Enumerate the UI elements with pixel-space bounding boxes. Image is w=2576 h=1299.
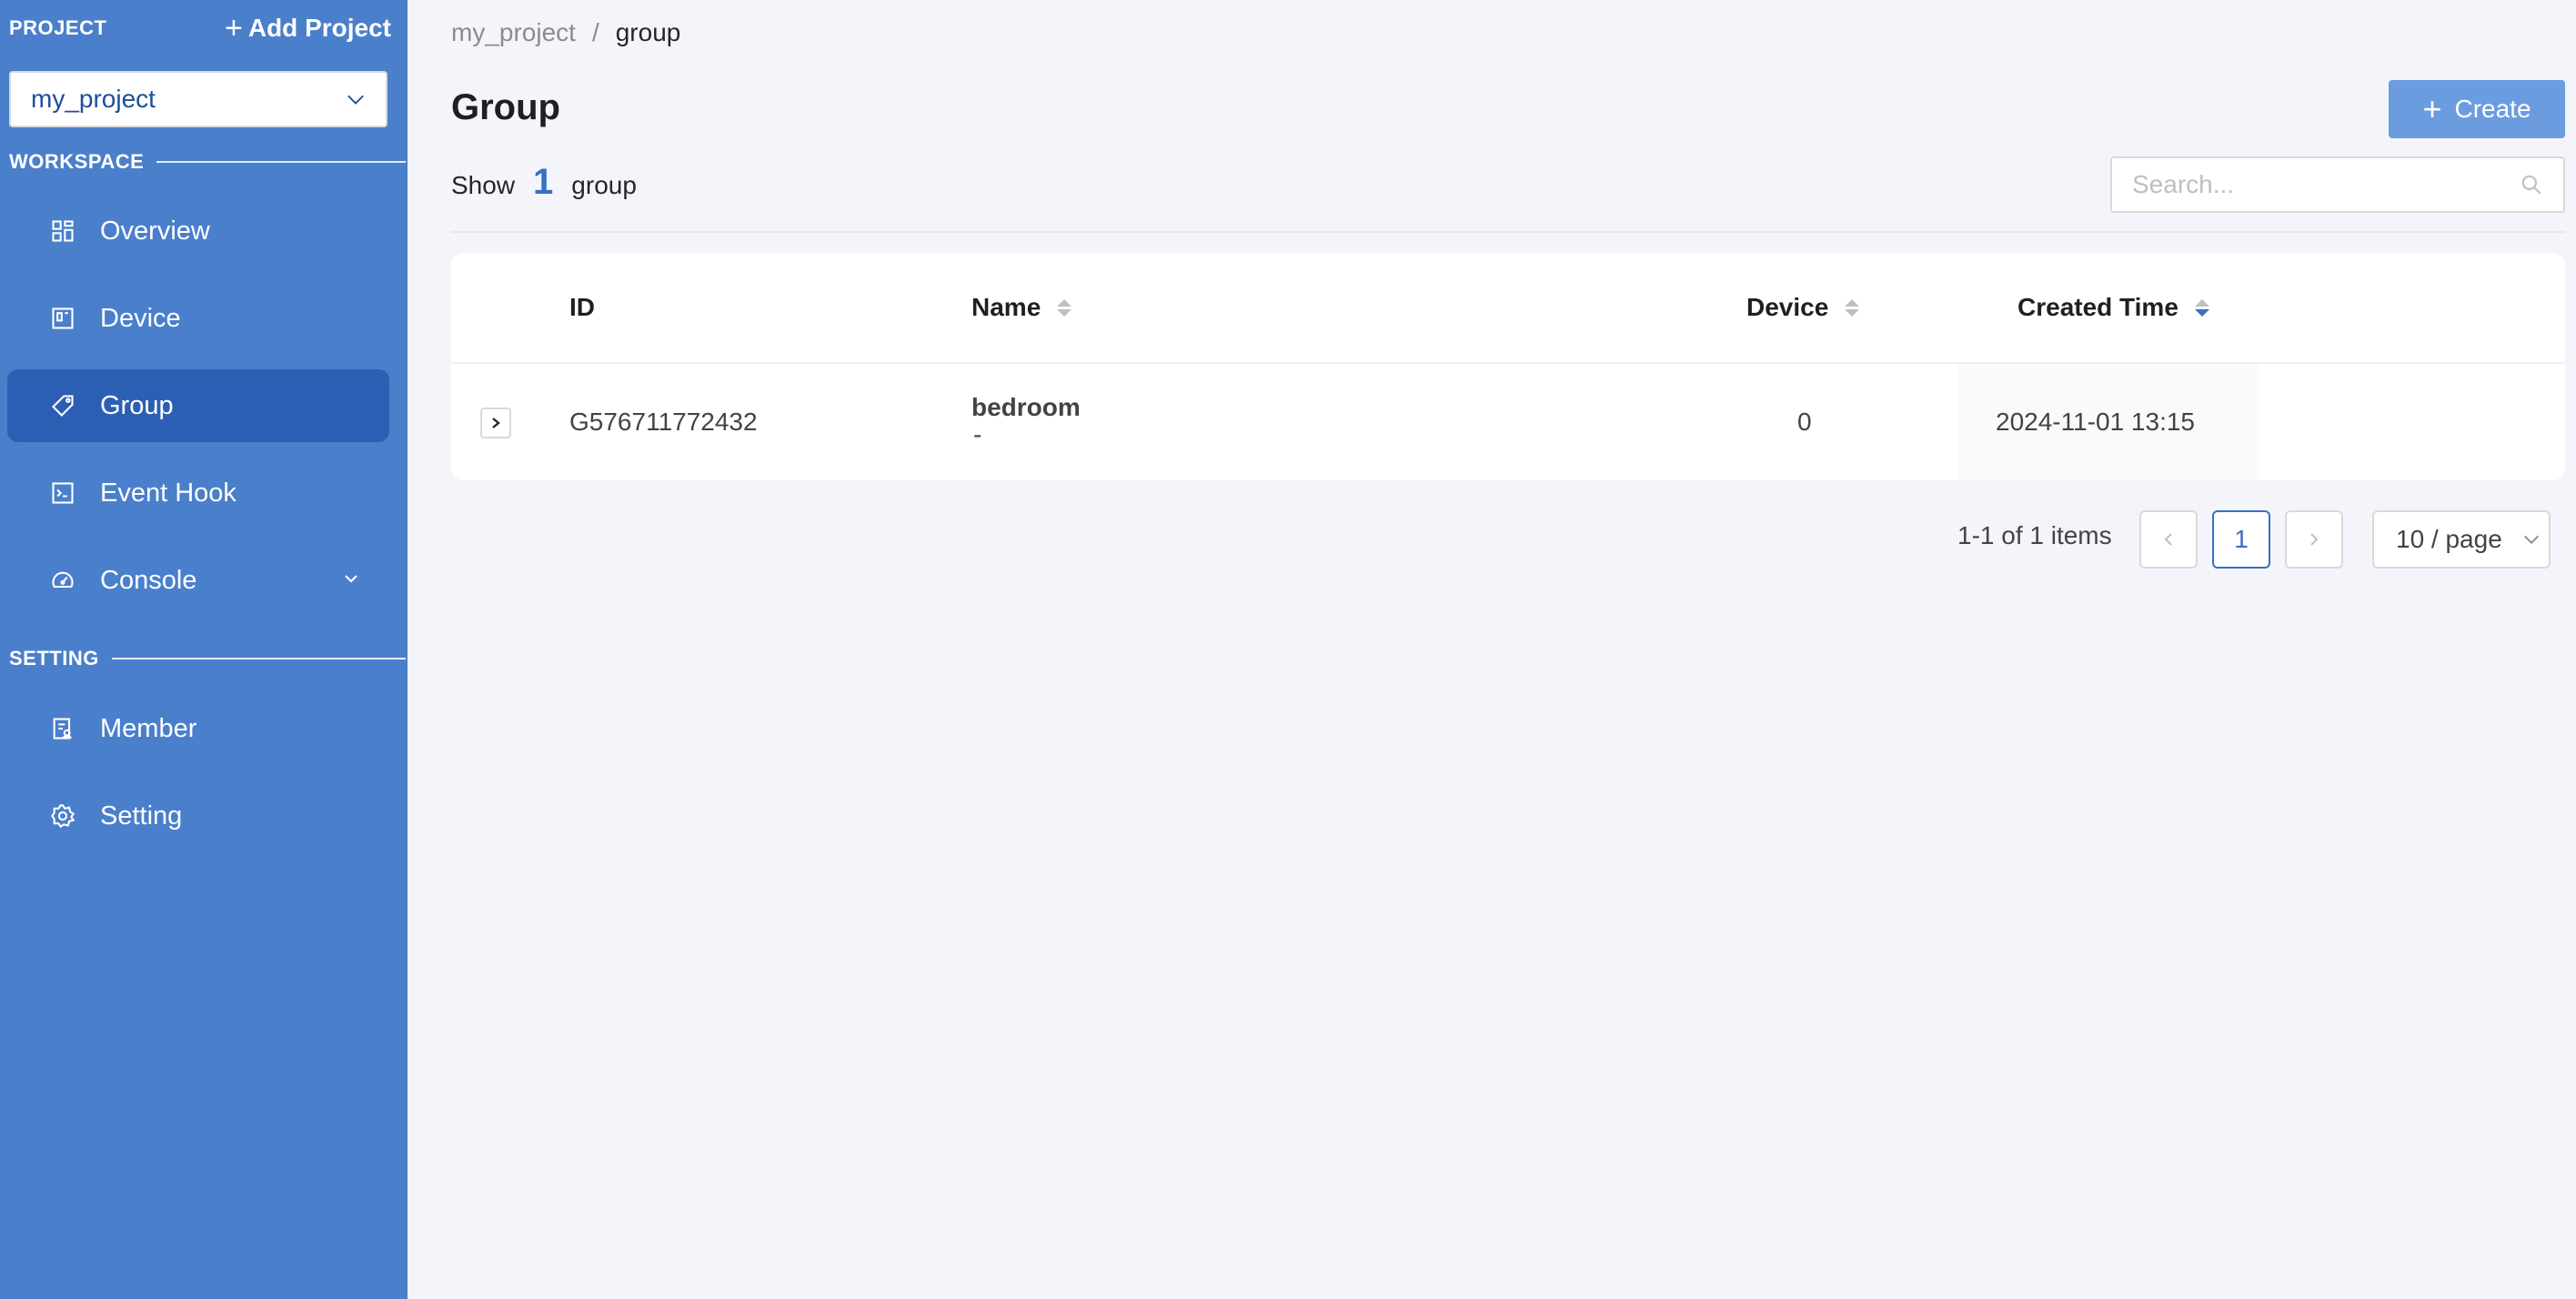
- sidebar-item-label: Overview: [100, 216, 210, 246]
- section-divider: [156, 161, 406, 163]
- add-project-button[interactable]: + Add Project: [225, 13, 391, 44]
- search-box: [2110, 156, 2565, 213]
- sidebar-item-label: Device: [100, 303, 181, 333]
- sidebar-item-console[interactable]: Console: [7, 544, 389, 617]
- chevron-down-icon: [2524, 535, 2539, 544]
- prev-page-button[interactable]: [2139, 510, 2198, 569]
- sidebar-item-label: Setting: [100, 801, 183, 831]
- column-label: ID: [569, 293, 595, 321]
- chevron-right-icon: [492, 418, 500, 428]
- sidebar-item-event-hook[interactable]: Event Hook: [7, 457, 389, 529]
- tag-icon: [49, 392, 76, 419]
- section-divider: [111, 658, 406, 660]
- pagination-summary: 1-1 of 1 items: [1957, 521, 2112, 549]
- page-size-select[interactable]: 10 / page: [2372, 510, 2551, 569]
- member-icon: [49, 715, 76, 742]
- sidebar: PROJECT + Add Project my_project WORKSPA…: [0, 0, 408, 1299]
- workspace-label: WORKSPACE: [9, 150, 145, 173]
- breadcrumb: my_project / group: [451, 18, 680, 47]
- breadcrumb-separator: /: [591, 18, 599, 46]
- project-select[interactable]: my_project: [9, 71, 387, 127]
- sidebar-item-label: Member: [100, 713, 197, 743]
- terminal-icon: [49, 479, 76, 507]
- chevron-left-icon: [2164, 533, 2172, 546]
- setting-label: SETTING: [9, 647, 99, 670]
- sort-icon[interactable]: [1057, 298, 1072, 317]
- cell-name: bedroom: [971, 393, 1081, 421]
- column-label: Name: [971, 293, 1041, 321]
- header-divider: [451, 231, 2565, 233]
- search-input[interactable]: [2132, 170, 2520, 199]
- sidebar-item-setting[interactable]: Setting: [7, 780, 389, 852]
- page-size-value: 10 / page: [2396, 525, 2502, 553]
- add-project-label: Add Project: [247, 14, 391, 42]
- breadcrumb-project-link[interactable]: my_project: [451, 18, 576, 47]
- project-header: PROJECT + Add Project: [9, 13, 391, 44]
- cell-description: -: [973, 420, 982, 448]
- group-table: ID Name Device Created Time G57671177243…: [451, 253, 2565, 480]
- sidebar-item-label: Console: [100, 565, 197, 595]
- column-label: Device: [1746, 293, 1829, 321]
- column-header-id: ID: [569, 253, 595, 362]
- sidebar-item-member[interactable]: Member: [7, 692, 389, 765]
- workspace-section-label: WORKSPACE: [9, 149, 406, 175]
- setting-section-label: SETTING: [9, 646, 406, 671]
- sort-desc-icon[interactable]: [2194, 298, 2209, 317]
- main-content: my_project / group Group + Create Show 1…: [408, 0, 2576, 1299]
- column-label: Created Time: [2018, 293, 2179, 321]
- device-icon: [49, 305, 76, 332]
- chevron-down-icon: [347, 95, 364, 105]
- plus-icon: +: [2422, 90, 2442, 127]
- show-suffix: group: [571, 171, 637, 199]
- sort-icon[interactable]: [1845, 298, 1860, 317]
- create-button[interactable]: + Create: [2389, 80, 2565, 138]
- chevron-down-icon: [345, 575, 357, 583]
- sidebar-item-group[interactable]: Group: [7, 369, 389, 442]
- project-label: PROJECT: [9, 16, 107, 39]
- next-page-button[interactable]: [2285, 510, 2343, 569]
- grid-icon: [49, 217, 76, 245]
- cell-device: 0: [1797, 408, 1812, 436]
- sidebar-item-label: Group: [100, 390, 174, 420]
- breadcrumb-current: group: [615, 18, 681, 46]
- sidebar-item-label: Event Hook: [100, 478, 236, 508]
- dashboard-icon: [49, 567, 76, 594]
- column-header-created-time[interactable]: Created Time: [2018, 253, 2209, 362]
- show-prefix: Show: [451, 171, 516, 199]
- group-count: Show 1 group: [451, 162, 637, 203]
- sidebar-item-overview[interactable]: Overview: [7, 195, 389, 267]
- expand-row-button[interactable]: [480, 408, 511, 438]
- gear-icon: [49, 802, 76, 830]
- chevron-right-icon: [2310, 533, 2319, 546]
- sidebar-item-device[interactable]: Device: [7, 282, 389, 355]
- count-number: 1: [533, 162, 554, 202]
- plus-icon: +: [225, 11, 243, 45]
- create-label: Create: [2454, 95, 2531, 123]
- cell-id: G576711772432: [569, 408, 758, 436]
- search-icon[interactable]: [2520, 173, 2543, 196]
- page-number-button[interactable]: 1: [2212, 510, 2270, 569]
- column-header-device[interactable]: Device: [1746, 253, 1860, 362]
- selected-project: my_project: [31, 85, 156, 113]
- column-header-name[interactable]: Name: [971, 253, 1072, 362]
- page-title: Group: [451, 87, 560, 127]
- cell-created-time: 2024-11-01 13:15: [1996, 408, 2195, 436]
